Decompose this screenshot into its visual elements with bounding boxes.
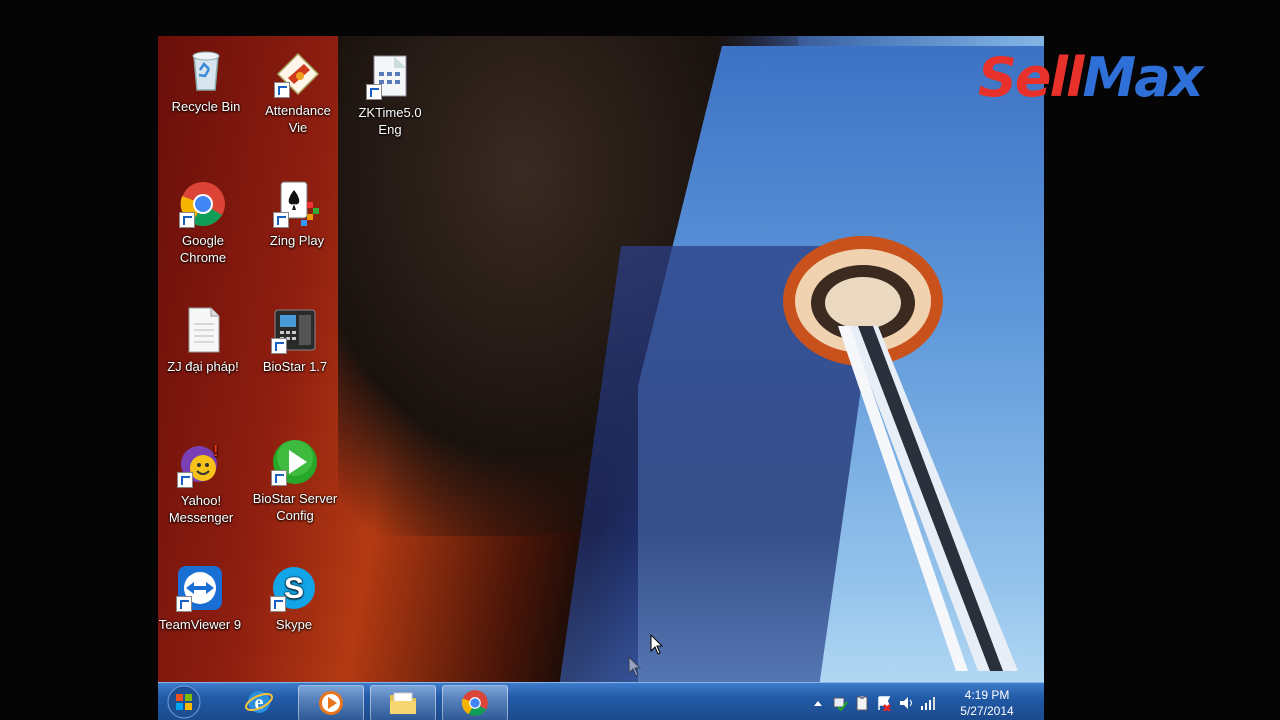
desktop-icon-yahoo-messenger[interactable]: ! Yahoo! Messenger — [158, 440, 249, 526]
system-tray: 4:19 PM 5/27/2014 — [804, 683, 1044, 720]
svg-text:S: S — [284, 572, 304, 605]
media-player-icon — [319, 691, 343, 715]
sellmax-watermark-logo: SellMax — [978, 48, 1278, 108]
taskbar-clock[interactable]: 4:19 PM 5/27/2014 — [952, 687, 1022, 719]
desktop-icon-google-chrome[interactable]: Google Chrome — [158, 180, 251, 266]
signal-icon[interactable] — [920, 695, 936, 711]
internet-explorer-icon: e — [245, 691, 273, 714]
taskbar: e 4:19 PM 5/27/2014 — [158, 682, 1044, 720]
clipboard-icon[interactable] — [854, 695, 870, 711]
icon-label: Zing Play — [269, 233, 325, 248]
desktop-icon-zing-play[interactable]: Zing Play — [249, 180, 345, 249]
teamviewer-icon — [176, 564, 224, 612]
desktop-icon-zj-dai-phap[interactable]: ZJ đại pháp! — [158, 306, 251, 375]
taskbar-media-player[interactable] — [298, 685, 364, 720]
skype-icon: S — [270, 564, 318, 612]
space-needle-image — [783, 236, 1018, 671]
icon-label: ZJ đại pháp! — [167, 359, 239, 374]
logo-part-max: Max — [1082, 46, 1204, 109]
clock-time: 4:19 PM — [964, 688, 1010, 702]
show-hidden-icons-icon[interactable] — [810, 695, 826, 711]
taskbar-internet-explorer[interactable]: e — [224, 685, 294, 719]
desktop-icon-biostar[interactable]: BioStar 1.7 — [247, 306, 343, 375]
desktop-icon-zktime[interactable]: ZKTime5.0 Eng — [342, 52, 438, 138]
icon-label: Recycle Bin — [171, 99, 241, 114]
icon-label: Skype — [275, 617, 313, 632]
desktop-icon-teamviewer[interactable]: TeamViewer 9 — [158, 564, 248, 633]
network-check-icon[interactable] — [832, 695, 848, 711]
volume-icon[interactable] — [898, 695, 914, 711]
mouse-cursor-shadow-icon — [628, 656, 642, 677]
icon-label: BioStar Server Config — [252, 491, 338, 523]
attendance-icon — [274, 50, 322, 98]
chrome-icon — [461, 690, 488, 716]
zing-play-icon — [273, 180, 321, 228]
icon-label: Google Chrome — [179, 233, 227, 265]
document-icon — [179, 306, 227, 354]
desktop-icon-recycle-bin[interactable]: Recycle Bin — [158, 46, 254, 115]
action-center-flag-icon[interactable] — [876, 695, 892, 711]
start-orb-icon — [167, 685, 201, 719]
clock-date: 5/27/2014 — [960, 704, 1014, 718]
icon-label: BioStar 1.7 — [262, 359, 328, 374]
icon-label: TeamViewer 9 — [158, 617, 242, 632]
icon-label: ZKTime5.0 Eng — [358, 105, 422, 137]
svg-text:!: ! — [213, 443, 218, 460]
logo-part-sell: Sell — [978, 46, 1085, 109]
biostar-icon — [271, 306, 319, 354]
desktop-icon-skype[interactable]: S Skype — [246, 564, 342, 633]
zktime-icon — [366, 52, 414, 100]
taskbar-file-explorer[interactable] — [370, 685, 436, 720]
file-explorer-icon — [390, 692, 416, 714]
desktop-screen: Recycle Bin Attendance Vie ZKTime5.0 Eng… — [158, 36, 1044, 720]
mouse-cursor-icon — [650, 634, 664, 655]
chrome-icon — [179, 180, 227, 228]
icon-label: Yahoo! Messenger — [168, 493, 234, 525]
taskbar-google-chrome[interactable] — [442, 685, 508, 720]
recycle-bin-icon — [182, 46, 230, 94]
icon-label: Attendance Vie — [265, 103, 331, 135]
desktop-icon-biostar-server-config[interactable]: BioStar Server Config — [247, 438, 343, 524]
start-button[interactable] — [164, 683, 204, 720]
yahoo-messenger-icon: ! — [177, 440, 225, 488]
biostar-server-icon — [271, 438, 319, 486]
desktop-icon-attendance-vie[interactable]: Attendance Vie — [250, 50, 346, 136]
